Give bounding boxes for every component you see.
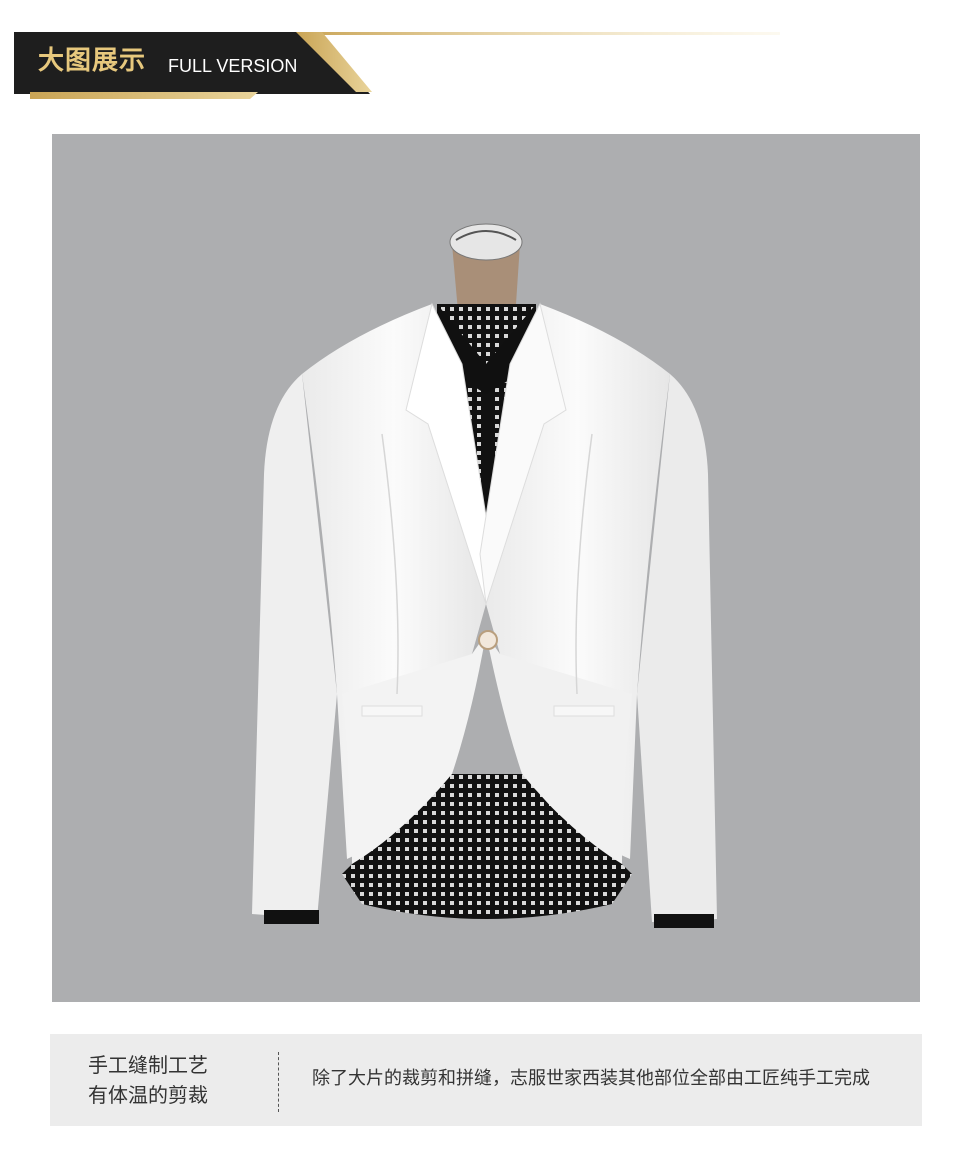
product-photo: [52, 134, 920, 1002]
jacket-image: [252, 223, 717, 928]
feature-line-2: 有体温的剪裁: [88, 1083, 208, 1107]
caption-description: 除了大片的裁剪和拼缝，志服世家西装其他部位全部由工匠纯手工完成: [312, 1068, 870, 1089]
banner-shape: [14, 32, 780, 99]
section-header: 大图展示 FULL VERSION: [0, 0, 980, 110]
header-title-en: FULL VERSION: [168, 56, 298, 76]
header-title-cn: 大图展示: [38, 46, 147, 76]
feature-line-1: 手工缝制工艺: [88, 1053, 208, 1077]
feature-text: 手工缝制工艺 有体温的剪裁: [88, 1050, 268, 1110]
caption-bar: 手工缝制工艺 有体温的剪裁 除了大片的裁剪和拼缝，志服世家西装其他部位全部由工匠…: [50, 1034, 922, 1126]
caption-divider: [278, 1052, 279, 1112]
